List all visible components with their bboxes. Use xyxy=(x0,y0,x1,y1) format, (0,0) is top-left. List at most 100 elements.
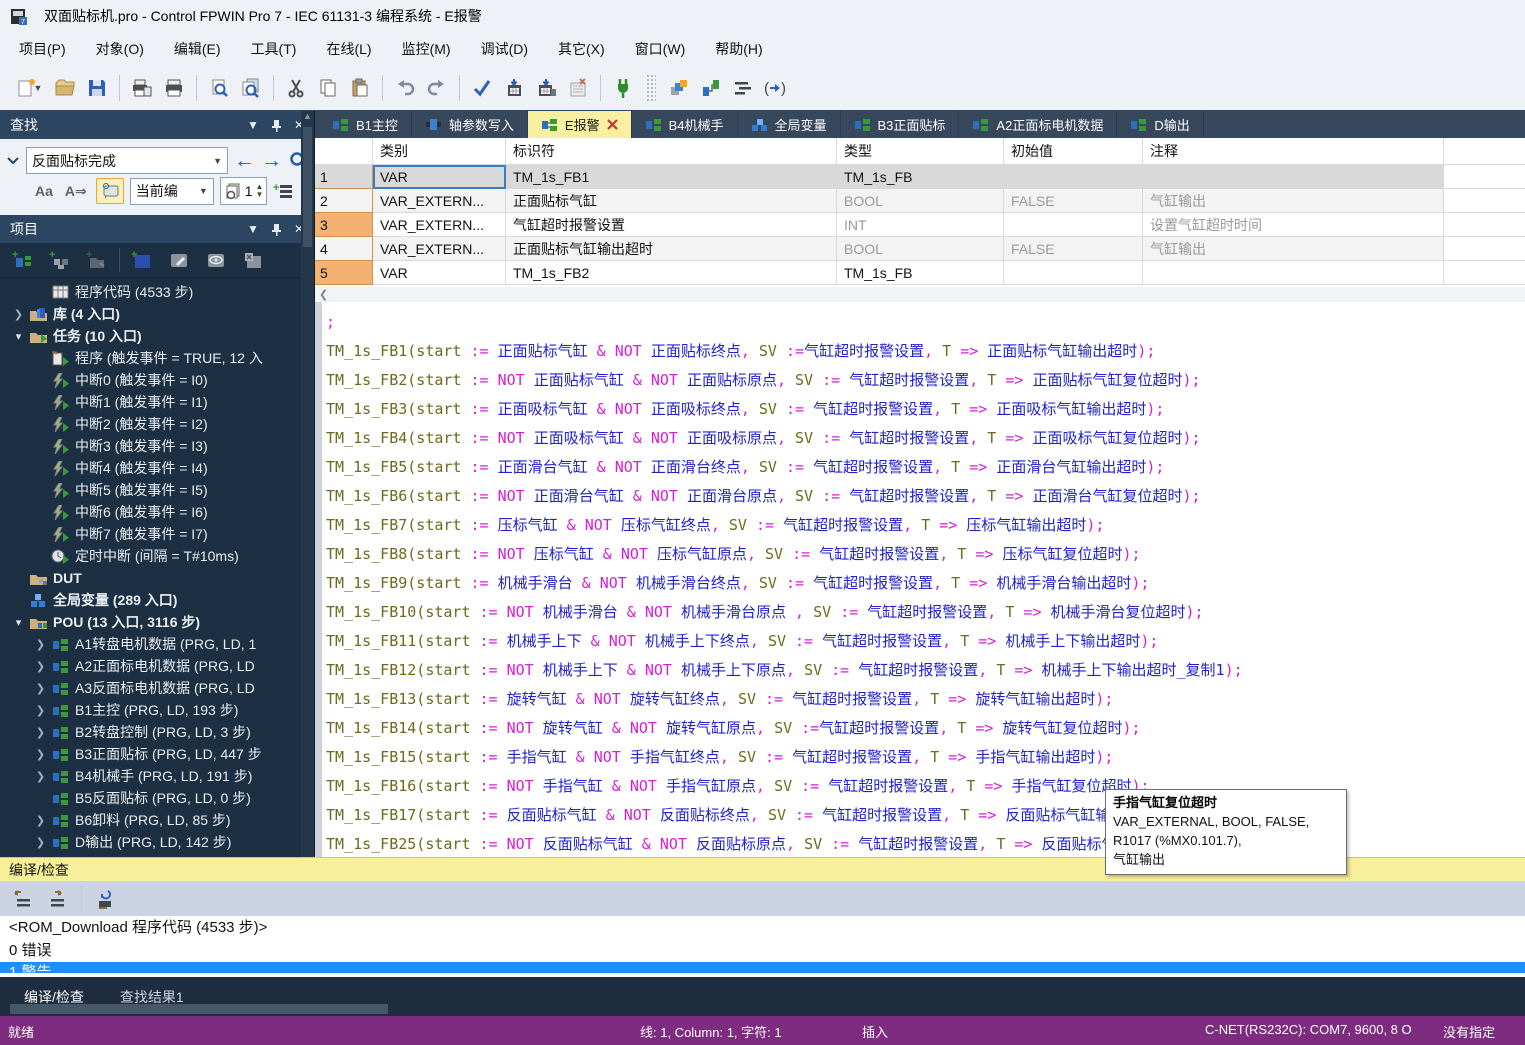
tree-scrollbar[interactable]: ▲ xyxy=(301,111,314,857)
print-preview-button[interactable] xyxy=(127,73,157,103)
table-cell[interactable] xyxy=(1004,213,1143,237)
row-number[interactable]: 1 xyxy=(315,165,373,189)
menu-item-项目P[interactable]: 项目(P) xyxy=(4,32,81,66)
add-pou-button[interactable]: + xyxy=(8,245,38,275)
table-cell[interactable]: BOOL xyxy=(837,189,1004,213)
column-header-类型[interactable]: 类型 xyxy=(837,138,1004,165)
scroll-left-icon[interactable]: ❮ xyxy=(319,288,328,301)
table-cell[interactable] xyxy=(1004,165,1143,189)
expander-collapsed-icon[interactable]: ❯ xyxy=(32,726,49,739)
code-line[interactable]: TM_1s_FB14(start := NOT 旋转气缸 & NOT 旋转气缸原… xyxy=(326,714,1525,743)
bubble-highlight-button[interactable] xyxy=(96,178,124,204)
table-cell[interactable]: 气缸输出 xyxy=(1143,237,1444,261)
tree-item[interactable]: ❯B3正面贴标 (PRG, LD, 447 步 xyxy=(0,743,314,765)
link-pou-button[interactable] xyxy=(696,73,726,103)
download-button[interactable] xyxy=(499,73,529,103)
editor-tab-B3正面贴标[interactable]: B3正面贴标 xyxy=(841,111,960,138)
find-pages-button[interactable] xyxy=(236,73,266,103)
tree-item[interactable]: 程序代码 (4533 步) xyxy=(0,281,314,303)
table-cell[interactable]: INT xyxy=(837,213,1004,237)
table-cell[interactable]: BOOL xyxy=(837,237,1004,261)
tree-item[interactable]: ❯B2转盘控制 (PRG, LD, 3 步) xyxy=(0,721,314,743)
table-cell[interactable]: 气缸超时报警设置 xyxy=(506,213,837,237)
code-line[interactable]: TM_1s_FB4(start := NOT 正面吸标气缸 & NOT 正面吸标… xyxy=(326,424,1525,453)
add-to-list-button[interactable]: + xyxy=(273,182,293,200)
dropdown-arrow-icon[interactable]: ▼ xyxy=(34,83,43,93)
chevron-down-icon[interactable] xyxy=(6,156,20,166)
open-button[interactable] xyxy=(50,73,80,103)
whole-word-button[interactable]: A⇒ xyxy=(62,179,90,203)
code-line[interactable]: TM_1s_FB6(start := NOT 正面滑台气缸 & NOT 正面滑台… xyxy=(326,482,1525,511)
menu-item-窗口W[interactable]: 窗口(W) xyxy=(620,32,701,66)
column-header-类别[interactable]: 类别 xyxy=(373,138,506,165)
row-number[interactable]: 2 xyxy=(315,189,373,213)
panel-menu-icon[interactable]: ▼ xyxy=(247,222,259,236)
match-case-button[interactable]: Aa xyxy=(32,179,56,203)
properties-button[interactable] xyxy=(201,245,231,275)
code-line[interactable]: TM_1s_FB1(start := 正面贴标气缸 & NOT 正面贴标终点, … xyxy=(326,337,1525,366)
expander-collapsed-icon[interactable]: ❯ xyxy=(32,748,49,761)
cascade-windows-button[interactable] xyxy=(664,73,694,103)
panel-menu-icon[interactable]: ▼ xyxy=(247,118,259,132)
table-cell[interactable]: VAR xyxy=(373,165,506,189)
code-line[interactable]: TM_1s_FB2(start := NOT 正面贴标气缸 & NOT 正面贴标… xyxy=(326,366,1525,395)
search-input[interactable]: 反面贴标完成 ▼ xyxy=(26,147,228,174)
table-cell[interactable]: 正面贴标气缸输出超时 xyxy=(506,237,837,261)
step-in-button[interactable]: () xyxy=(760,73,790,103)
table-cell[interactable]: 设置气缸超时时间 xyxy=(1143,213,1444,237)
tree-item[interactable]: 中断0 (触发事件 = I0) xyxy=(0,369,314,391)
tree-item[interactable]: ❯A3反面标电机数据 (PRG, LD xyxy=(0,677,314,699)
previous-message-button[interactable] xyxy=(8,884,38,914)
compile-error-count[interactable]: 0 错误 xyxy=(0,939,1525,962)
save-button[interactable] xyxy=(82,73,112,103)
tree-item[interactable]: ❯D输出 (PRG, LD, 142 步) xyxy=(0,831,314,853)
editor-tab-B4机械手[interactable]: B4机械手 xyxy=(632,111,738,138)
tree-item[interactable]: 定时中断 (间隔 = T#10ms) xyxy=(0,545,314,567)
table-cell[interactable]: TM_1s_FB xyxy=(837,261,1004,285)
list-button[interactable] xyxy=(728,73,758,103)
editor-tab-E报警[interactable]: E报警 xyxy=(528,111,632,138)
dropdown-arrow-icon[interactable]: ▼ xyxy=(199,186,208,196)
goto-source-button[interactable] xyxy=(91,884,121,914)
table-cell[interactable]: VAR_EXTERN... xyxy=(373,189,506,213)
download-all-button[interactable] xyxy=(531,73,561,103)
new-button[interactable]: ▼ xyxy=(10,73,48,103)
code-line[interactable]: TM_1s_FB12(start := NOT 机械手上下 & NOT 机械手上… xyxy=(326,656,1525,685)
tree-item[interactable]: 中断3 (触发事件 = I3) xyxy=(0,435,314,457)
bottom-scrollbar-thumb[interactable] xyxy=(10,1004,388,1014)
tree-item[interactable]: ❯B6卸料 (PRG, LD, 85 步) xyxy=(0,809,314,831)
menu-item-调试D[interactable]: 调试(D) xyxy=(466,32,543,66)
column-header-初始值[interactable]: 初始值 xyxy=(1004,138,1143,165)
add-task-button[interactable]: + xyxy=(82,245,112,275)
tree-item[interactable]: 中断4 (触发事件 = I4) xyxy=(0,457,314,479)
menu-item-工具T[interactable]: 工具(T) xyxy=(236,32,312,66)
pin-icon[interactable] xyxy=(271,223,282,236)
tree-item[interactable]: 全局变量 (289 入口) xyxy=(0,589,314,611)
table-cell[interactable]: TM_1s_FB2 xyxy=(506,261,837,285)
menu-item-帮助H[interactable]: 帮助(H) xyxy=(700,32,777,66)
table-cell[interactable]: VAR_EXTERN... xyxy=(373,237,506,261)
expander-collapsed-icon[interactable]: ❯ xyxy=(32,638,49,651)
row-number[interactable]: 4 xyxy=(315,237,373,261)
column-header-注释[interactable]: 注释 xyxy=(1143,138,1444,165)
table-cell[interactable]: TM_1s_FB xyxy=(837,165,1004,189)
row-number[interactable]: 3 xyxy=(315,213,373,237)
editor-tab-B1主控[interactable]: B1主控 xyxy=(319,111,412,138)
pin-icon[interactable] xyxy=(271,119,282,132)
tree-item[interactable]: 中断5 (触发事件 = I5) xyxy=(0,479,314,501)
tree-item[interactable]: ❯库 (4 入口) xyxy=(0,303,314,325)
table-cell[interactable]: VAR xyxy=(373,261,506,285)
tree-item[interactable]: ❯A1转盘电机数据 (PRG, LD, 1 xyxy=(0,633,314,655)
tree-item[interactable]: 中断2 (触发事件 = I2) xyxy=(0,413,314,435)
expander-collapsed-icon[interactable]: ❯ xyxy=(32,682,49,695)
undo-button[interactable] xyxy=(390,73,420,103)
tree-item[interactable]: ❯B1主控 (PRG, LD, 193 步) xyxy=(0,699,314,721)
online-toggle-button[interactable] xyxy=(608,73,638,103)
code-line[interactable]: TM_1s_FB3(start := 正面吸标气缸 & NOT 正面吸标终点, … xyxy=(326,395,1525,424)
tree-item[interactable]: ❯A2正面标电机数据 (PRG, LD xyxy=(0,655,314,677)
redo-button[interactable] xyxy=(422,73,452,103)
code-line[interactable]: TM_1s_FB8(start := NOT 压标气缸 & NOT 压标气缸原点… xyxy=(326,540,1525,569)
paste-button[interactable] xyxy=(345,73,375,103)
table-cell[interactable]: 正面贴标气缸 xyxy=(506,189,837,213)
print-button[interactable] xyxy=(159,73,189,103)
